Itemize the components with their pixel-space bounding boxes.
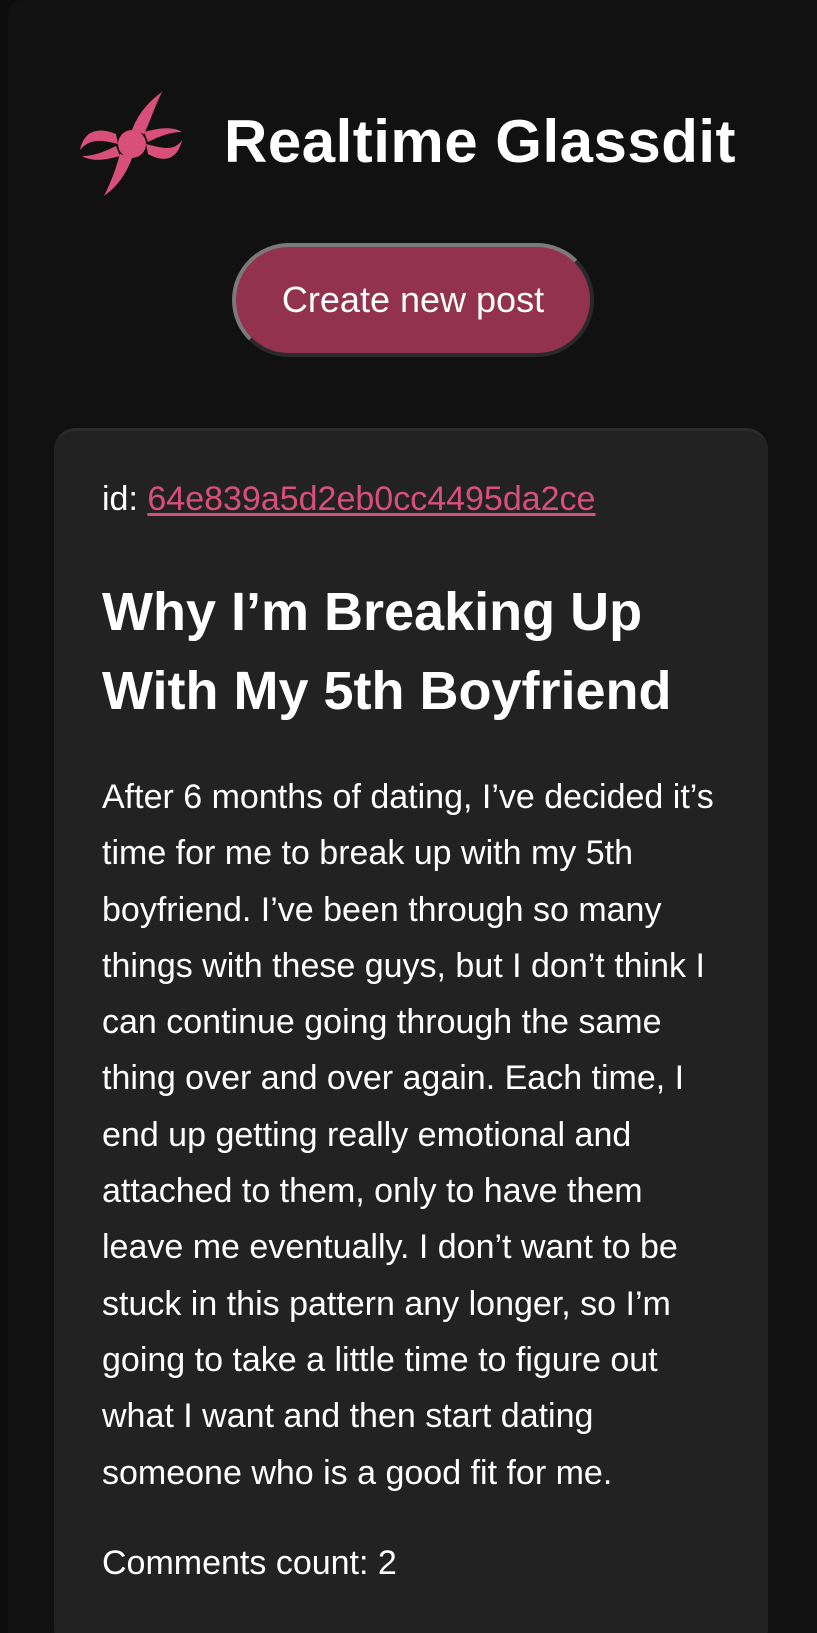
comments-count-label: Comments count: bbox=[102, 1544, 369, 1582]
post-id-row: id: 64e839a5d2eb0cc4495da2ce bbox=[102, 479, 595, 520]
swirl-logo-icon bbox=[80, 92, 182, 196]
comments-count: Comments count: 2 bbox=[102, 1543, 397, 1584]
create-post-button[interactable]: Create new post bbox=[232, 243, 594, 357]
site-header: Realtime Glassdit bbox=[0, 80, 817, 200]
post-card: id: 64e839a5d2eb0cc4495da2ce Why I’m Bre… bbox=[54, 428, 768, 1633]
comments-count-value: 2 bbox=[377, 1544, 397, 1582]
post-title: Why I’m Breaking Up With My 5th Boyfrien… bbox=[102, 582, 672, 721]
post-id-link[interactable]: 64e839a5d2eb0cc4495da2ce bbox=[147, 480, 595, 518]
post-id-label: id: bbox=[102, 480, 138, 518]
post-body: After 6 months of dating, I’ve decided i… bbox=[102, 778, 714, 1492]
app-title: Realtime Glassdit bbox=[224, 108, 737, 175]
